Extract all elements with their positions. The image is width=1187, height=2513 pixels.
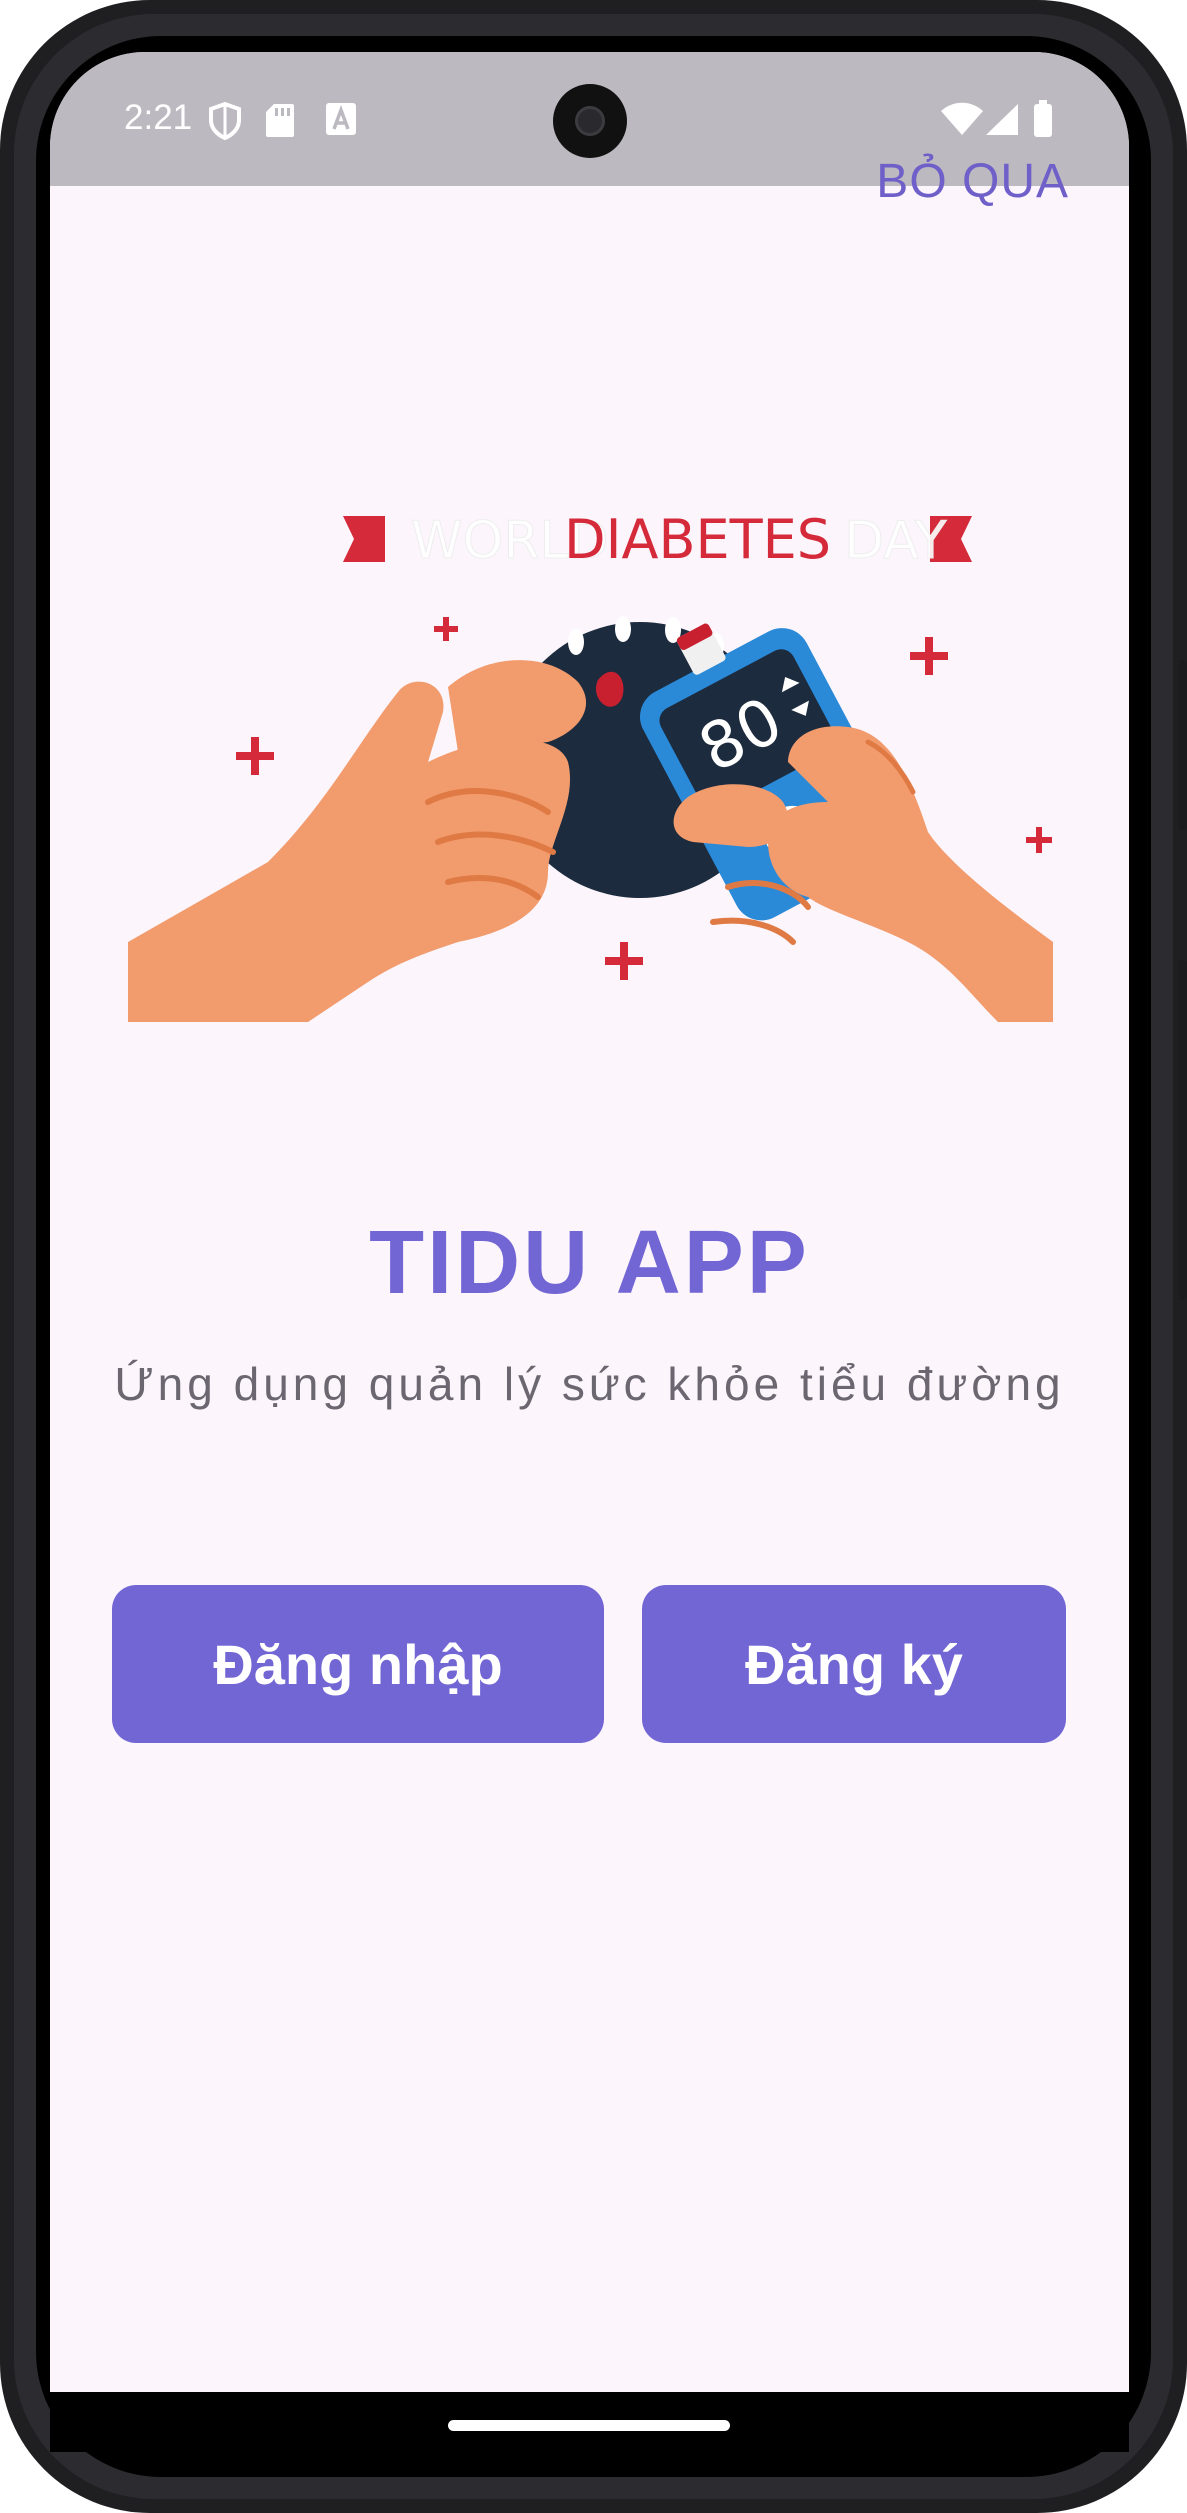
status-time: 2:21 [124, 98, 193, 137]
register-button-label: Đăng ký [745, 1632, 963, 1696]
app-screen: 2:21 BỎ QUA WORLD DIABETES DAY 80 TIDU A… [50, 52, 1129, 2392]
app-subtitle: Ứng dụng quản lý sức khỏe tiểu đường [114, 1358, 1065, 1410]
power-button [1179, 660, 1187, 830]
app-title: TIDU APP [369, 1213, 810, 1313]
banner-diabetes-text: DIABETES [564, 508, 831, 571]
skip-button[interactable]: BỎ QUA [876, 154, 1069, 209]
banner-day-text: DAY [844, 511, 947, 571]
shield-icon [209, 102, 241, 140]
battery-icon [1034, 100, 1052, 137]
home-gesture-bar[interactable] [448, 2420, 730, 2431]
volume-button [1179, 960, 1187, 1300]
wifi-icon [941, 102, 983, 135]
login-button-label: Đăng nhập [213, 1632, 503, 1696]
banner-ribbon-left [343, 516, 385, 562]
right-hand [768, 726, 1053, 1022]
font-a-icon [326, 103, 356, 135]
front-camera [553, 84, 627, 158]
sd-card-icon [266, 104, 294, 137]
diabetes-illustration: WORLD DIABETES DAY 80 [128, 508, 1053, 1022]
register-button[interactable]: Đăng ký [642, 1585, 1066, 1743]
signal-icon [986, 104, 1018, 135]
login-button[interactable]: Đăng nhập [112, 1585, 604, 1743]
